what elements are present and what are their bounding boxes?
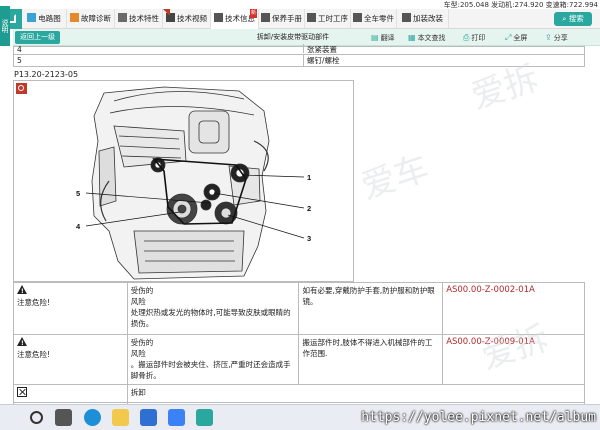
warning-icon — [17, 337, 27, 349]
callout-2: 2 — [307, 204, 311, 213]
find-icon: ▦ — [408, 33, 416, 42]
specs-icon — [118, 13, 127, 22]
callout-5: 5 — [76, 189, 80, 198]
circuit-icon — [27, 13, 37, 22]
search-icon: ⌕ — [562, 14, 567, 23]
app-icon[interactable] — [196, 409, 213, 426]
manual-icon — [261, 13, 270, 22]
search-button[interactable]: ⌕ 搜索 — [554, 12, 592, 26]
tab-retrofit[interactable]: 加装改装 — [397, 9, 449, 29]
table-row: 注意危险! 受伤的风险处理炽热或发光的物体时,可能导致皮肤或眼睛的损伤。 如有必… — [13, 282, 585, 335]
print-icon: ⎙ — [463, 33, 470, 42]
watermark-logo: 爱车 — [356, 148, 434, 208]
store-icon[interactable] — [140, 409, 157, 426]
tab-circuit[interactable]: 电路图 — [22, 9, 67, 29]
url-watermark: https://yolee.pixnet.net/album — [361, 410, 596, 425]
parts-icon — [353, 13, 362, 22]
fullscreen-icon: ⤢ — [505, 33, 512, 42]
app-icon[interactable] — [168, 409, 185, 426]
new-badge: 新 — [250, 9, 257, 18]
tab-diagnosis[interactable]: 故障诊断 — [67, 9, 115, 29]
task-view-icon[interactable] — [55, 409, 72, 426]
labor-icon — [307, 13, 316, 22]
code-link[interactable]: AS00.00-Z-0009-01A — [442, 334, 585, 385]
code-link[interactable]: AS00.00-Z-0002-01A — [442, 282, 585, 335]
engine-figure: 1 2 3 4 5 — [13, 80, 354, 282]
figure-caption: P13.20-2123-05 — [14, 70, 79, 79]
parts-table: 4 张紧装置 5 螺钉/螺栓 — [13, 44, 585, 67]
find-button[interactable]: ▦ 本文查找 — [408, 29, 446, 47]
folder-icon[interactable] — [112, 409, 129, 426]
retrofit-icon — [402, 13, 411, 22]
top-nav: 电路图 故障诊断 技术特性 技术视频 技术信息新 保养手册 工时工序 全车零件 … — [0, 9, 600, 29]
engine-drawing: 1 2 3 4 5 — [76, 86, 311, 280]
tab-labor[interactable]: 工时工序 — [305, 9, 351, 29]
warning-icon — [17, 285, 27, 297]
back-button[interactable]: 返回上一级 — [15, 31, 60, 44]
screen: { "topinfo": "车型:205.048 发动机:274.920 变速箱… — [0, 0, 600, 430]
tab-tech-video[interactable]: 技术视频 — [163, 9, 211, 29]
vehicle-info: 车型:205.048 发动机:274.920 变速箱:722.994 — [443, 1, 598, 9]
tab-parts[interactable]: 全车零件 — [351, 9, 397, 29]
table-row: 注意危险! 受伤的风险。搬运部件时会被夹住、挤压,严重时还会造成手脚骨折。 搬运… — [13, 334, 585, 385]
instruction-table: 注意危险! 受伤的风险处理炽热或发光的物体时,可能导致皮肤或眼睛的损伤。 如有必… — [13, 282, 586, 419]
callout-4: 4 — [76, 222, 81, 231]
info-icon — [214, 13, 223, 22]
share-icon: ⇪ — [545, 33, 552, 42]
search-icon[interactable] — [30, 411, 43, 424]
table-row: 拆卸 — [13, 384, 586, 403]
translate-icon: ▤ — [371, 33, 379, 42]
callout-1: 1 — [307, 173, 311, 182]
share-button[interactable]: ⇪ 分享 — [545, 29, 568, 47]
diagnosis-icon — [70, 13, 79, 22]
document-title: 拆卸/安装皮带驱动部件 — [256, 33, 330, 41]
table-row: 4 张紧装置 — [13, 44, 585, 55]
callout-3: 3 — [307, 234, 311, 243]
tab-tech-info[interactable]: 技术信息新 — [211, 9, 259, 29]
table-row: 5 螺钉/螺栓 — [13, 55, 585, 67]
tab-maintenance[interactable]: 保养手册 — [259, 9, 305, 29]
video-flag-icon — [163, 9, 170, 16]
print-button[interactable]: ⎙ 打印 — [463, 29, 485, 47]
translate-button[interactable]: ▤ 翻译 — [371, 29, 395, 47]
fullscreen-button[interactable]: ⤢ 全屏 — [505, 29, 527, 47]
side-panel-tab[interactable]: 说明 — [0, 6, 10, 46]
tab-tech-specs[interactable]: 技术特性 — [115, 9, 163, 29]
remove-icon — [17, 387, 27, 397]
edge-icon[interactable] — [84, 409, 101, 426]
